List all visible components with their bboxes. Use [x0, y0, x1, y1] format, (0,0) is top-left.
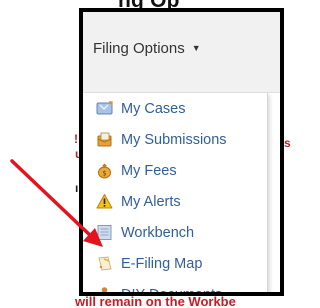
menu-item-my-fees[interactable]: $ My Fees	[83, 155, 267, 186]
background-text-fragment: s	[284, 136, 291, 150]
background-text-fragment: !	[74, 132, 78, 146]
menu-item-label: My Fees	[121, 162, 177, 179]
filing-options-button[interactable]: Filing Options ▼	[93, 40, 201, 57]
diy-documents-icon	[96, 286, 113, 292]
fees-icon: $	[96, 162, 113, 179]
menu-item-my-submissions[interactable]: My Submissions	[83, 124, 267, 155]
background-bottom-text: will remain on the Workbe	[75, 294, 236, 308]
filing-options-label: Filing Options	[93, 40, 185, 57]
menu-item-label: DIY Documents	[121, 286, 223, 296]
menu-item-workbench[interactable]: Workbench	[83, 217, 267, 248]
menu-item-my-alerts[interactable]: My Alerts	[83, 186, 267, 217]
menu-item-diy-documents[interactable]: DIY Documents	[83, 279, 267, 296]
menu-item-my-cases[interactable]: My Cases	[83, 93, 267, 124]
submissions-icon	[96, 131, 113, 148]
filing-options-dropdown-menu: My Cases My Submissions $ My Fees My Ale…	[83, 93, 268, 296]
screenshot-page: ng Op ! u ı s will remain on the Workbe …	[0, 0, 291, 308]
menu-item-label: My Alerts	[121, 193, 181, 210]
svg-text:$: $	[102, 170, 106, 178]
caret-down-icon: ▼	[191, 43, 201, 53]
menu-item-label: Workbench	[121, 224, 195, 241]
screenshot-frame: Filing Options ▼ My Cases My Submissions…	[79, 8, 284, 296]
menu-item-label: E-Filing Map	[121, 255, 203, 272]
cases-icon	[96, 100, 113, 117]
workbench-icon	[96, 224, 113, 241]
menu-item-label: My Submissions	[121, 131, 227, 148]
menu-item-e-filing-map[interactable]: E-Filing Map	[83, 248, 267, 279]
menu-item-label: My Cases	[121, 100, 186, 117]
filing-options-bar: Filing Options ▼	[83, 12, 280, 93]
map-icon	[96, 255, 113, 272]
alert-icon	[96, 193, 113, 210]
background-text-fragment: ı	[75, 181, 79, 195]
